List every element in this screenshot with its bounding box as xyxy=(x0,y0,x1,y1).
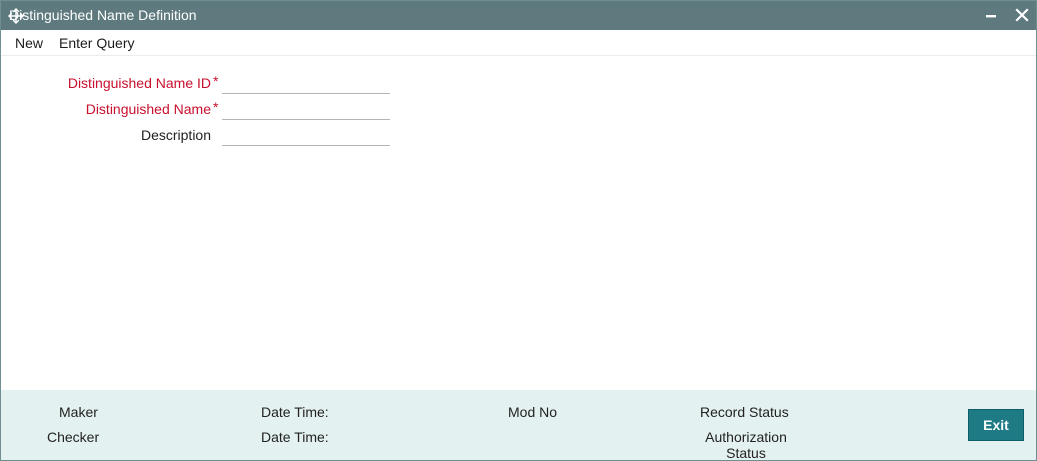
new-menu-item[interactable]: New xyxy=(15,35,43,51)
checker-label: Checker xyxy=(47,429,100,445)
close-icon[interactable] xyxy=(1012,5,1032,25)
exit-button[interactable]: Exit xyxy=(968,409,1024,441)
distinguished-name-row: Distinguished Name * xyxy=(1,99,421,123)
title-bar[interactable]: Distinguished Name Definition xyxy=(1,1,1036,30)
distinguished-name-id-row: Distinguished Name ID * xyxy=(1,73,421,97)
audit-footer: Maker Checker Date Time: Date Time: Mod … xyxy=(1,390,1036,461)
dialog-window: Distinguished Name Definition New Enter … xyxy=(0,0,1037,461)
menu-bar: New Enter Query xyxy=(1,30,1036,56)
required-marker: * xyxy=(213,73,219,89)
enter-query-menu-item[interactable]: Enter Query xyxy=(59,35,134,51)
description-label: Description xyxy=(140,127,211,143)
mod-no-label: Mod No xyxy=(508,404,558,420)
description-input[interactable] xyxy=(222,125,390,146)
distinguished-name-input[interactable] xyxy=(222,99,390,120)
description-row: Description xyxy=(1,125,421,149)
window-title: Distinguished Name Definition xyxy=(9,7,197,23)
minimize-icon[interactable] xyxy=(981,5,1001,25)
checker-datetime-label: Date Time: xyxy=(261,429,329,445)
distinguished-name-id-label: Distinguished Name ID xyxy=(67,75,211,91)
distinguished-name-label: Distinguished Name xyxy=(85,101,211,117)
distinguished-name-id-input[interactable] xyxy=(222,73,390,94)
authorization-status-label: Authorization Status xyxy=(705,429,787,461)
maker-label: Maker xyxy=(59,404,98,420)
required-marker: * xyxy=(213,99,219,115)
record-status-label: Record Status xyxy=(700,404,789,420)
move-arrows-icon[interactable] xyxy=(7,7,25,25)
maker-datetime-label: Date Time: xyxy=(261,404,329,420)
